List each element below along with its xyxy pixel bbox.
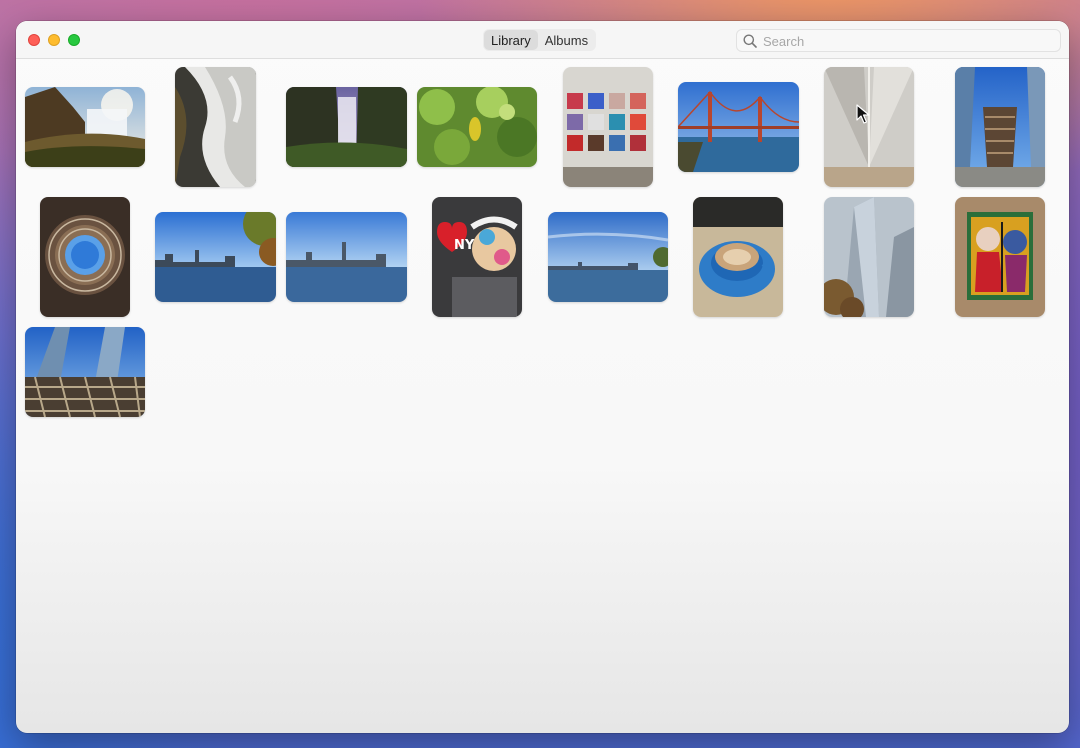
search-field[interactable] [736, 29, 1061, 52]
view-switcher: Library Albums [483, 29, 597, 51]
world-trade-center-photo[interactable] [824, 197, 914, 317]
picasso-painting-photo[interactable] [955, 197, 1045, 317]
golden-gate-bridge-photo[interactable] [678, 82, 799, 172]
svg-text:NY: NY [454, 238, 475, 253]
vessel-looking-up-photo[interactable] [40, 197, 130, 317]
reservoir-skyline-photo-1[interactable] [155, 212, 276, 302]
search-icon [743, 34, 757, 48]
blue-coffee-cup-photo[interactable] [693, 197, 783, 317]
green-leaves-photo[interactable] [417, 87, 537, 167]
vessel-structure-photo[interactable] [955, 67, 1045, 187]
maximize-button[interactable] [68, 34, 80, 46]
art-grid-wall-photo[interactable] [563, 67, 653, 187]
oculus-interior-photo[interactable] [824, 67, 914, 187]
title-bar: Library Albums [16, 21, 1069, 59]
photos-window: Library Albums Search NY [16, 21, 1069, 733]
reservoir-skyline-photo-3[interactable] [548, 212, 668, 302]
search-input[interactable] [763, 32, 1053, 50]
misty-waterfall-photo[interactable] [286, 87, 407, 167]
reservoir-skyline-photo-2[interactable] [286, 212, 407, 302]
rushing-water-photo[interactable] [175, 67, 256, 187]
tab-albums[interactable]: Albums [538, 30, 595, 50]
minimize-button[interactable] [48, 34, 60, 46]
waterfall-cliff-photo[interactable] [25, 87, 145, 167]
vessel-towers-photo[interactable] [25, 327, 145, 417]
mouse-cursor [856, 104, 870, 124]
close-button[interactable] [28, 34, 40, 46]
einstein-mural-photo[interactable]: NY [432, 197, 522, 317]
tab-library[interactable]: Library [484, 30, 538, 50]
